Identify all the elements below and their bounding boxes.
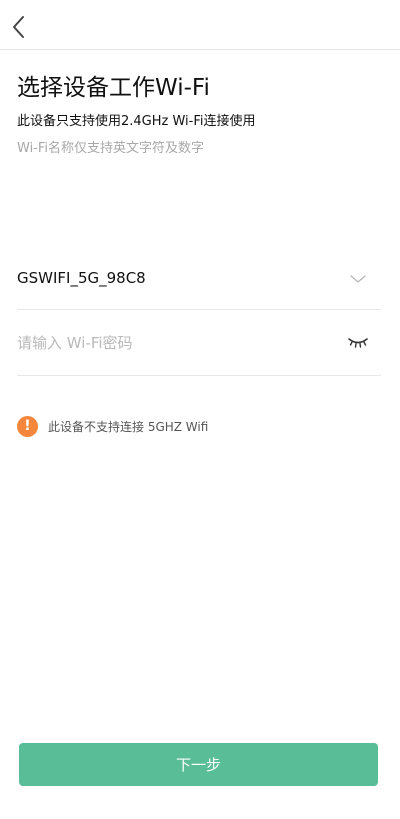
next-button[interactable]: 下一步 <box>19 743 378 786</box>
chevron-left-icon <box>13 16 24 38</box>
warning-notice: ! 此设备不支持连接 5GHZ Wifi <box>17 415 208 437</box>
wifi-select-dropdown[interactable]: GSWIFI_5G_98C8 <box>17 250 381 310</box>
warning-text: 此设备不支持连接 5GHZ Wifi <box>48 419 209 434</box>
eye-closed-icon[interactable] <box>347 335 369 349</box>
chevron-down-icon <box>350 275 366 283</box>
nav-bar <box>0 0 400 50</box>
back-button[interactable] <box>6 12 32 42</box>
page-title: 选择设备工作Wi-Fi <box>17 75 210 101</box>
subtitle: 此设备只支持使用2.4GHz Wi-Fi连接使用 <box>17 114 256 129</box>
exclamation-icon: ! <box>17 415 38 437</box>
wifi-password-input[interactable] <box>17 330 317 356</box>
wifi-ssid-value: GSWIFI_5G_98C8 <box>17 269 146 287</box>
ssid-hint: Wi-Fi名称仅支持英文字符及数字 <box>17 141 205 156</box>
password-row <box>17 312 381 376</box>
